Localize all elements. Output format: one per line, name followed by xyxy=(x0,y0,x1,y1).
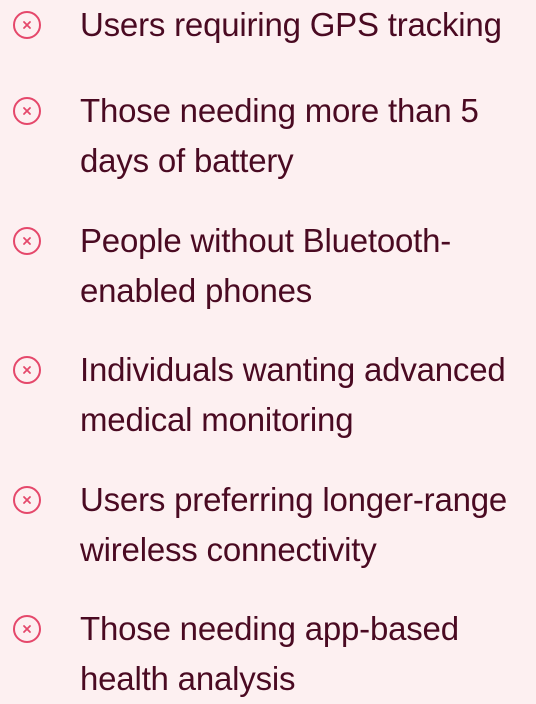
list-item-label: Users preferring longer-range wireless c… xyxy=(80,481,508,568)
list-item-label: People without Bluetooth- enabled phones xyxy=(80,222,452,309)
x-circle-icon xyxy=(12,226,42,256)
not-for-list: Users requiring GPS tracking Those needi… xyxy=(0,0,536,697)
list-item-label: Those needing app-based health analysis xyxy=(80,610,459,697)
list-item-label: Users requiring GPS tracking xyxy=(80,6,502,43)
x-circle-icon xyxy=(12,96,42,126)
x-circle-icon xyxy=(12,485,42,515)
x-circle-icon xyxy=(12,614,42,644)
x-circle-icon xyxy=(12,355,42,385)
x-circle-icon xyxy=(12,10,42,40)
list-item-label: Those needing more than 5 days of batter… xyxy=(80,92,479,179)
list-item-label: Individuals wanting advanced medical mon… xyxy=(80,351,506,438)
